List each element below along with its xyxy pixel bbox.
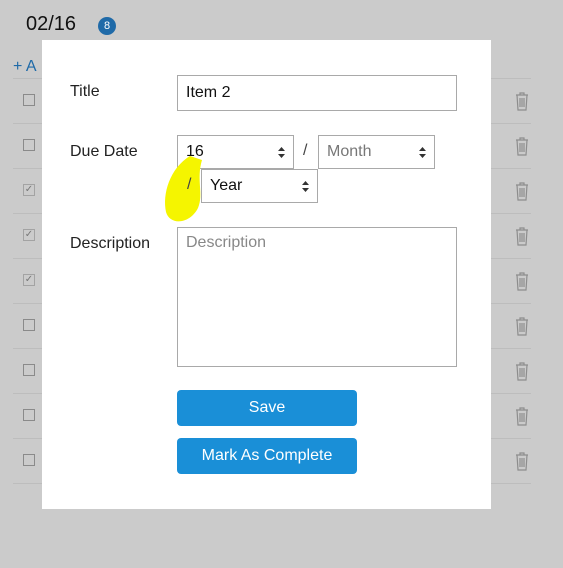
item-checkbox[interactable] [23, 364, 35, 376]
trash-icon[interactable] [514, 226, 530, 246]
item-checkbox-checked[interactable]: ✓ [23, 274, 35, 286]
trash-icon[interactable] [514, 271, 530, 291]
title-input-value: Item 2 [186, 84, 231, 101]
year-select-placeholder: Year [210, 177, 243, 194]
trash-icon[interactable] [514, 316, 530, 336]
add-item-link[interactable]: + A [13, 58, 37, 76]
trash-icon[interactable] [514, 451, 530, 471]
due-date-label: Due Date [70, 143, 138, 160]
item-checkbox[interactable] [23, 319, 35, 331]
edit-item-dialog: Title Item 2 Due Date 16 / Month / Year … [42, 40, 491, 509]
save-button[interactable]: Save [177, 390, 357, 426]
trash-icon[interactable] [514, 406, 530, 426]
date-separator: / [187, 176, 192, 193]
item-checkbox-checked[interactable]: ✓ [23, 229, 35, 241]
month-select-placeholder: Month [327, 143, 372, 160]
year-select[interactable]: Year [201, 169, 318, 203]
spinner-arrows-icon [278, 147, 285, 158]
title-input[interactable]: Item 2 [177, 75, 457, 111]
trash-icon[interactable] [514, 91, 530, 111]
item-checkbox[interactable] [23, 94, 35, 106]
trash-icon[interactable] [514, 361, 530, 381]
item-count-badge: 8 [98, 17, 116, 35]
list-date-header: 02/16 [26, 13, 77, 35]
title-label: Title [70, 83, 100, 100]
description-label: Description [70, 235, 151, 252]
mark-as-complete-button[interactable]: Mark As Complete [177, 438, 357, 474]
trash-icon[interactable] [514, 181, 530, 201]
item-checkbox-checked[interactable]: ✓ [23, 184, 35, 196]
spinner-arrows-icon [302, 181, 309, 192]
item-checkbox[interactable] [23, 454, 35, 466]
trash-icon[interactable] [514, 136, 530, 156]
description-textarea[interactable]: Description [177, 227, 457, 367]
date-separator: / [303, 142, 308, 159]
spinner-arrows-icon [419, 147, 426, 158]
item-checkbox[interactable] [23, 409, 35, 421]
item-checkbox[interactable] [23, 139, 35, 151]
month-select[interactable]: Month [318, 135, 435, 169]
description-placeholder: Description [186, 234, 267, 251]
